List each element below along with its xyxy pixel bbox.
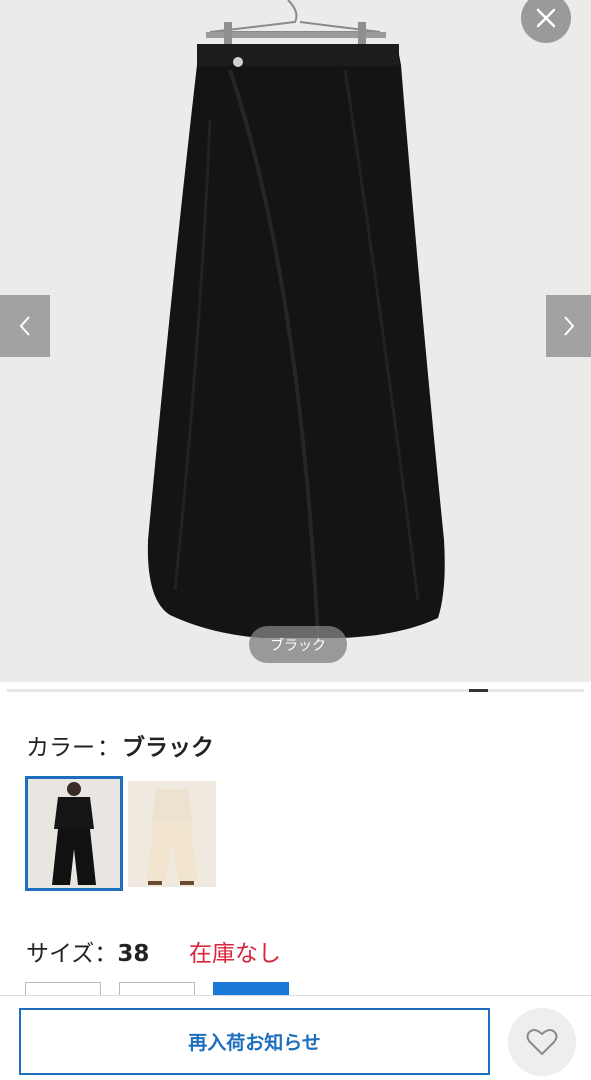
restock-notify-button[interactable]: 再入荷お知らせ xyxy=(19,1008,490,1075)
favorite-button[interactable] xyxy=(508,1008,576,1076)
previous-image-button[interactable] xyxy=(0,295,50,357)
color-label: カラー：ブラック xyxy=(26,728,214,762)
gallery-progress-track xyxy=(7,689,584,692)
chevron-left-icon xyxy=(19,316,30,336)
size-label: サイズ：38 xyxy=(26,934,149,968)
image-caption: ブラック xyxy=(249,626,347,663)
color-label-separator: ： xyxy=(97,735,120,761)
size-label-separator: ： xyxy=(94,941,118,967)
color-label-text: カラー xyxy=(26,735,95,761)
gallery-progress-indicator xyxy=(469,689,488,692)
product-image xyxy=(147,0,445,639)
swatch-black-image xyxy=(28,779,120,888)
heart-icon xyxy=(526,1028,558,1055)
product-image-gallery[interactable]: ブラック xyxy=(0,0,591,682)
size-label-text: サイズ xyxy=(26,941,95,967)
size-selected-value: 38 xyxy=(117,941,150,967)
color-swatch-black[interactable] xyxy=(25,776,123,891)
close-icon xyxy=(536,8,556,28)
swatch-beige-image xyxy=(128,781,216,887)
chevron-right-icon xyxy=(563,316,574,336)
color-selected-value: ブラック xyxy=(122,735,214,761)
stock-status: 在庫なし xyxy=(189,941,281,967)
next-image-button[interactable] xyxy=(546,295,591,357)
color-swatch-beige[interactable] xyxy=(128,781,216,887)
